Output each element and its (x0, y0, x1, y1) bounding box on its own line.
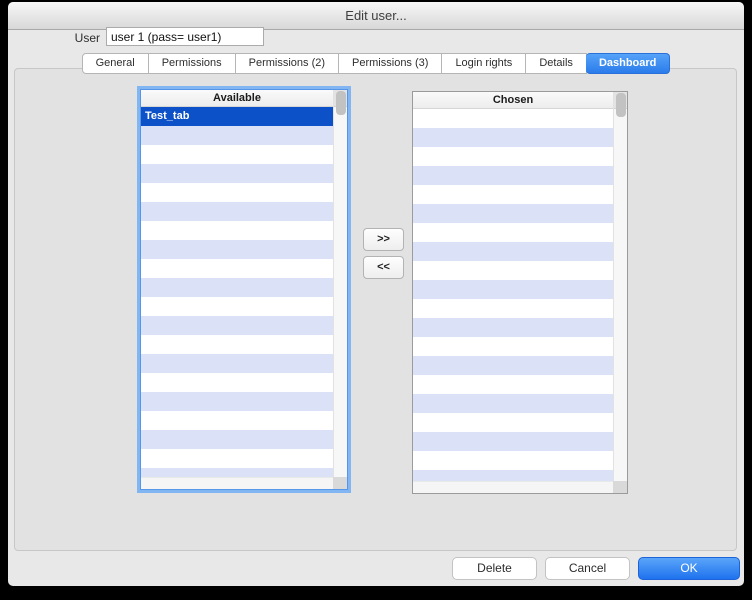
list-row[interactable] (141, 335, 333, 354)
chosen-list-rows (413, 109, 613, 481)
tab-general[interactable]: General (81, 53, 149, 74)
edit-user-dialog: Edit user... User General Permissions Pe… (8, 2, 744, 586)
list-row[interactable] (413, 109, 613, 128)
list-row[interactable] (141, 449, 333, 468)
scrollbar-corner (333, 477, 347, 489)
chosen-list: Chosen (412, 91, 628, 494)
user-label: User (74, 31, 100, 45)
move-left-button[interactable]: << (363, 256, 404, 279)
list-row[interactable] (141, 392, 333, 411)
list-row[interactable] (141, 430, 333, 449)
list-row[interactable] (141, 202, 333, 221)
list-row[interactable] (141, 164, 333, 183)
list-row[interactable] (141, 183, 333, 202)
list-row[interactable] (413, 223, 613, 242)
list-row[interactable] (413, 375, 613, 394)
list-row[interactable] (141, 316, 333, 335)
tab-permissions-2[interactable]: Permissions (2) (235, 53, 340, 74)
list-row[interactable] (413, 261, 613, 280)
tab-dashboard[interactable]: Dashboard (585, 53, 671, 74)
list-row[interactable] (141, 354, 333, 373)
list-row[interactable] (413, 185, 613, 204)
list-item-test-tab[interactable]: Test_tab (141, 107, 333, 126)
list-row[interactable] (413, 204, 613, 223)
list-row[interactable] (413, 413, 613, 432)
list-row[interactable] (413, 337, 613, 356)
dialog-title: Edit user... (345, 8, 407, 23)
scrollbar-thumb[interactable] (616, 93, 626, 117)
delete-button[interactable]: Delete (452, 557, 537, 580)
list-row[interactable] (141, 278, 333, 297)
list-row[interactable] (413, 242, 613, 261)
cancel-button[interactable]: Cancel (545, 557, 630, 580)
list-row[interactable] (413, 318, 613, 337)
titlebar[interactable]: Edit user... (8, 2, 744, 30)
list-row[interactable] (141, 373, 333, 392)
list-row[interactable] (413, 451, 613, 470)
chosen-list-header: Chosen (413, 92, 613, 109)
list-row[interactable] (413, 147, 613, 166)
vertical-scrollbar[interactable] (613, 92, 627, 481)
available-list-rows: Test_tab (141, 107, 333, 477)
ok-button[interactable]: OK (638, 557, 740, 580)
list-row[interactable] (141, 468, 333, 477)
user-input[interactable] (106, 27, 264, 46)
list-row[interactable] (141, 297, 333, 316)
list-row[interactable] (141, 259, 333, 278)
available-list-header: Available (141, 90, 333, 107)
list-row[interactable] (141, 145, 333, 164)
tab-permissions[interactable]: Permissions (148, 53, 236, 74)
move-right-button[interactable]: >> (363, 228, 404, 251)
vertical-scrollbar[interactable] (333, 90, 347, 477)
list-row[interactable] (413, 299, 613, 318)
tab-login-rights[interactable]: Login rights (442, 53, 527, 74)
list-row[interactable] (413, 432, 613, 451)
tab-content-panel (14, 68, 737, 551)
available-list: Available Test_tab (140, 89, 348, 490)
list-row[interactable] (141, 240, 333, 259)
tab-bar: General Permissions Permissions (2) Perm… (8, 53, 744, 74)
list-row[interactable] (413, 280, 613, 299)
list-row[interactable] (141, 411, 333, 430)
list-row[interactable] (413, 470, 613, 481)
list-row[interactable] (413, 166, 613, 185)
list-row[interactable] (141, 126, 333, 145)
horizontal-scrollbar[interactable] (141, 477, 333, 489)
scrollbar-corner (613, 481, 627, 493)
list-row[interactable] (141, 221, 333, 240)
list-row[interactable] (413, 356, 613, 375)
scrollbar-thumb[interactable] (336, 91, 346, 115)
horizontal-scrollbar[interactable] (413, 481, 613, 493)
tab-details[interactable]: Details (526, 53, 587, 74)
list-row[interactable] (413, 394, 613, 413)
tab-permissions-3[interactable]: Permissions (3) (339, 53, 443, 74)
list-row[interactable] (413, 128, 613, 147)
